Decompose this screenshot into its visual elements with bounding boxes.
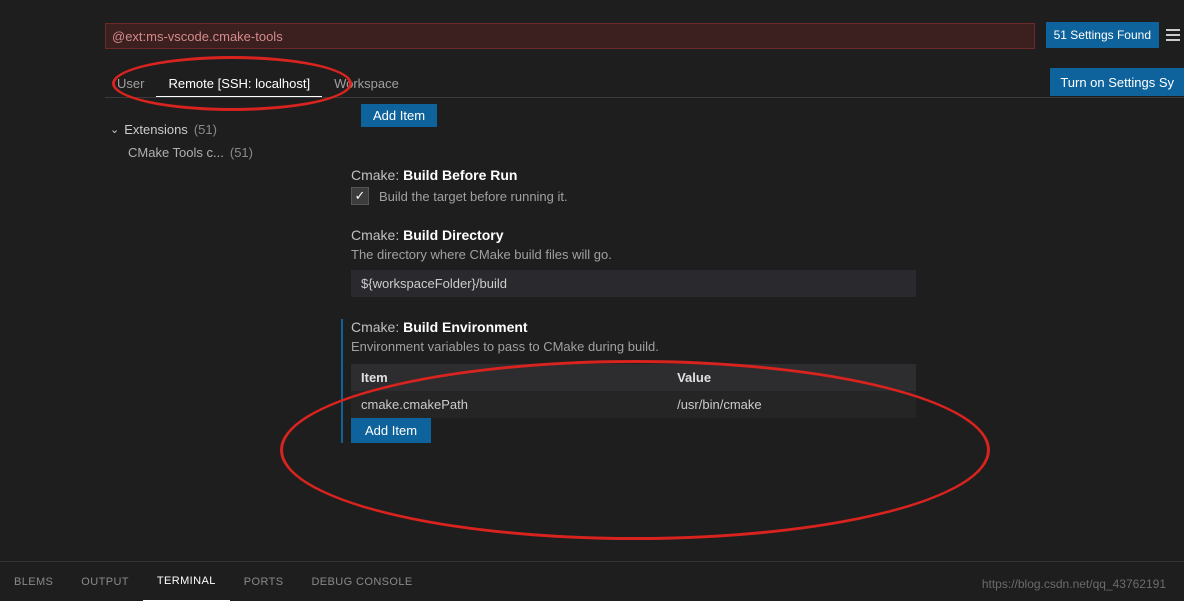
panel-tab-output[interactable]: OUTPUT xyxy=(67,562,143,601)
setting-name: Build Before Run xyxy=(403,167,517,183)
sidebar-item-cmake-tools[interactable]: CMake Tools c... (51) xyxy=(110,141,320,164)
filter-icon[interactable] xyxy=(1162,22,1184,48)
table-cell-value: /usr/bin/cmake xyxy=(677,397,906,412)
table-cell-item: cmake.cmakePath xyxy=(361,397,677,412)
panel-tab-debug-console[interactable]: DEBUG CONSOLE xyxy=(297,562,426,601)
setting-build-directory: Cmake: Build Directory The directory whe… xyxy=(351,227,1174,297)
setting-prefix: Cmake: xyxy=(351,227,399,243)
table-header-item: Item xyxy=(361,370,677,385)
build-env-table: Item Value cmake.cmakePath /usr/bin/cmak… xyxy=(351,364,916,418)
setting-build-before-run: Cmake: Build Before Run ✓ Build the targ… xyxy=(351,167,1174,205)
settings-search-input[interactable] xyxy=(112,29,1028,44)
setting-description: Environment variables to pass to CMake d… xyxy=(351,339,1174,354)
setting-prefix: Cmake: xyxy=(351,167,399,183)
build-before-run-checkbox[interactable]: ✓ xyxy=(351,187,369,205)
add-item-button[interactable]: Add Item xyxy=(351,418,431,443)
tab-remote[interactable]: Remote [SSH: localhost] xyxy=(156,70,322,97)
sidebar-item-label: Extensions xyxy=(124,122,188,137)
panel-tab-problems[interactable]: BLEMS xyxy=(0,562,67,601)
chevron-down-icon: ⌄ xyxy=(110,123,119,136)
tab-user[interactable]: User xyxy=(105,70,156,97)
table-row[interactable]: cmake.cmakePath /usr/bin/cmake xyxy=(351,391,916,418)
setting-name: Build Directory xyxy=(403,227,503,243)
sidebar-item-extensions[interactable]: ⌄ Extensions (51) xyxy=(110,118,320,141)
settings-found-badge: 51 Settings Found xyxy=(1046,22,1159,48)
setting-name: Build Environment xyxy=(403,319,527,335)
sidebar-item-count: (51) xyxy=(230,145,253,160)
sidebar-item-count: (51) xyxy=(194,122,217,137)
setting-prefix: Cmake: xyxy=(351,319,399,335)
watermark-text: https://blog.csdn.net/qq_43762191 xyxy=(982,577,1166,591)
settings-search-input-wrap[interactable] xyxy=(105,23,1035,49)
sidebar-item-label: CMake Tools c... xyxy=(128,145,224,160)
settings-sync-button[interactable]: Turn on Settings Sy xyxy=(1050,68,1184,96)
table-header-value: Value xyxy=(677,370,906,385)
setting-description: Build the target before running it. xyxy=(379,189,568,204)
panel-tab-ports[interactable]: PORTS xyxy=(230,562,298,601)
build-directory-input[interactable]: ${workspaceFolder}/build xyxy=(351,270,916,297)
add-item-button[interactable]: Add Item xyxy=(361,104,437,127)
setting-build-environment: Cmake: Build Environment Environment var… xyxy=(341,319,1174,443)
panel-tab-terminal[interactable]: TERMINAL xyxy=(143,562,230,601)
setting-description: The directory where CMake build files wi… xyxy=(351,247,1174,262)
tab-workspace[interactable]: Workspace xyxy=(322,70,411,97)
